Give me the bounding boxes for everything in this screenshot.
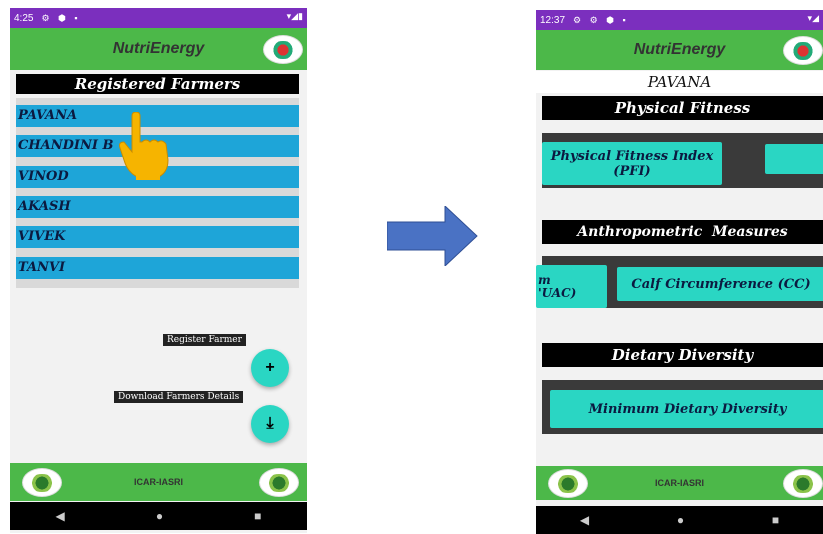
farmer-row-tanvi[interactable]: TANVI xyxy=(16,257,299,279)
right-footer-logo-icon xyxy=(259,468,299,497)
status-time: 4:25 xyxy=(14,12,34,24)
register-farmer-button[interactable]: + xyxy=(251,349,289,387)
physical-fitness-heading: Physical Fitness xyxy=(542,96,823,120)
institute-logo-icon xyxy=(263,35,303,64)
status-bar: 4:25 ⚙ ⬢ ▪ ▾◢▮ xyxy=(10,8,307,28)
status-icons: ⚙ ⬢ ▪ xyxy=(41,12,81,23)
phone-registered-farmers: 4:25 ⚙ ⬢ ▪ ▾◢▮ NutriEnergy Registered Fa… xyxy=(10,8,307,533)
status-time: 12:37 xyxy=(540,14,566,26)
muac-button[interactable]: m 'UAC) xyxy=(536,265,607,308)
left-footer-logo-icon xyxy=(22,468,62,497)
footer-text: ICAR-IASRI xyxy=(655,478,704,488)
status-bar: 12:37 ⚙ ⚙ ⬢ ▪ ▾◢ xyxy=(536,10,823,30)
recent-apps-icon[interactable]: ■ xyxy=(254,509,261,523)
download-details-label: Download Farmers Details xyxy=(114,391,244,403)
app-bar: NutriEnergy xyxy=(10,28,307,70)
anthropometric-heading: Anthropometric Measures xyxy=(542,220,823,244)
recent-apps-icon[interactable]: ■ xyxy=(772,513,779,527)
app-bar: NutriEnergy xyxy=(536,30,823,70)
signal-battery-icon: ▾◢ xyxy=(807,13,819,23)
footer-text: ICAR-IASRI xyxy=(134,477,183,487)
transition-arrow-icon xyxy=(387,206,478,266)
left-footer-logo-icon xyxy=(548,469,588,498)
farmer-row-akash[interactable]: AKASH xyxy=(16,196,299,218)
footer-bar: ICAR-IASRI xyxy=(10,463,307,501)
system-nav-bar: ◀ ● ■ xyxy=(10,502,307,530)
minimum-dietary-diversity-button[interactable]: Minimum Dietary Diversity xyxy=(550,390,823,428)
app-title: NutriEnergy xyxy=(633,41,726,58)
download-details-button[interactable]: ⤓ xyxy=(251,405,289,443)
app-title: NutriEnergy xyxy=(112,40,205,57)
registered-farmers-heading: Registered Farmers xyxy=(16,74,299,94)
calf-circumference-button[interactable]: Calf Circumference (CC) xyxy=(617,267,823,301)
farmer-name: PAVANA xyxy=(536,71,823,93)
phone-farmer-detail: 12:37 ⚙ ⚙ ⬢ ▪ ▾◢ NutriEnergy PAVANA Phys… xyxy=(536,10,823,534)
status-icons: ⚙ ⚙ ⬢ ▪ xyxy=(573,14,629,25)
signal-battery-icon: ▾◢▮ xyxy=(286,11,303,21)
dietary-diversity-heading: Dietary Diversity xyxy=(542,343,823,367)
register-farmer-label: Register Farmer xyxy=(163,334,246,346)
institute-logo-icon xyxy=(783,36,823,65)
system-nav-bar: ◀ ● ■ xyxy=(536,506,823,534)
farmer-row-vivek[interactable]: VIVEK xyxy=(16,226,299,248)
back-icon[interactable]: ◀ xyxy=(56,509,65,523)
footer-bar: ICAR-IASRI xyxy=(536,466,823,500)
back-icon[interactable]: ◀ xyxy=(580,513,589,527)
tap-hand-icon xyxy=(119,112,169,180)
home-icon[interactable]: ● xyxy=(156,509,163,523)
physical-fitness-second-button[interactable] xyxy=(765,144,823,174)
right-footer-logo-icon xyxy=(783,469,823,498)
home-icon[interactable]: ● xyxy=(677,513,684,527)
pfi-button[interactable]: Physical Fitness Index (PFI) xyxy=(542,142,722,185)
